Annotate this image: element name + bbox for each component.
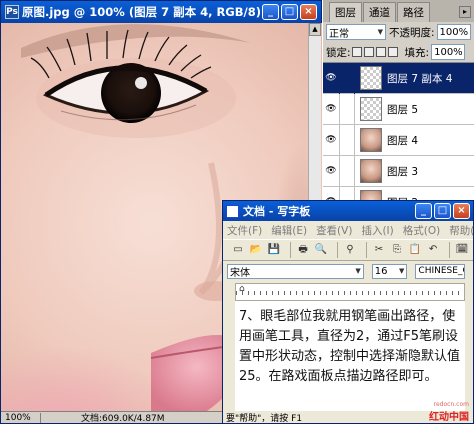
toolbar-separator xyxy=(449,242,450,258)
menu-edit[interactable]: 编辑(E) xyxy=(271,223,307,238)
lock-image-icon[interactable] xyxy=(363,47,374,57)
ruler-ticks xyxy=(236,291,464,295)
layer-thumbnail xyxy=(360,66,382,90)
menu-view[interactable]: 查看(V) xyxy=(316,223,352,238)
new-document-icon[interactable]: ▭ xyxy=(231,242,245,258)
layer-list: 👁 图层 7 副本 4 👁 图层 5 👁 图层 4 👁 图层 3 👁 xyxy=(323,62,474,206)
undo-icon[interactable]: ↶ xyxy=(426,242,440,258)
fill-value: 100% xyxy=(434,46,463,58)
layer-name: 图层 3 xyxy=(387,165,419,178)
layer-row[interactable]: 👁 图层 4 xyxy=(323,124,474,156)
maximize-button[interactable]: □ xyxy=(434,203,451,219)
copy-icon[interactable]: ⎘ xyxy=(390,242,404,258)
watermark-text: 红动中国 xyxy=(429,412,469,423)
close-button[interactable]: × xyxy=(453,203,470,219)
menu-bar: 文件(F) 编辑(E) 查看(V) 插入(I) 格式(O) 帮助(H) xyxy=(223,221,474,239)
wordpad-window: 文档 - 写字板 _ □ × 文件(F) 编辑(E) 查看(V) 插入(I) 格… xyxy=(222,200,474,424)
font-size-value: 16 xyxy=(374,265,388,277)
chevron-down-icon: ▼ xyxy=(399,267,405,275)
menu-help[interactable]: 帮助(H) xyxy=(449,223,474,238)
blend-mode-select[interactable]: 正常 ▼ xyxy=(326,24,386,40)
eye-icon[interactable]: 👁 xyxy=(323,104,339,114)
opacity-input[interactable]: 100% xyxy=(436,24,471,40)
wordpad-title: 文档 - 写字板 xyxy=(243,205,311,218)
tab-paths[interactable]: 路径 xyxy=(397,2,430,22)
font-name-select[interactable]: 宋体 ▼ xyxy=(227,263,364,279)
toolbar-separator xyxy=(290,242,292,258)
layer-row[interactable]: 👁 图层 5 xyxy=(323,93,474,125)
toolbar-separator xyxy=(366,242,367,258)
layer-thumbnail xyxy=(360,97,382,121)
layer-name: 图层 4 xyxy=(387,134,419,147)
open-folder-icon[interactable]: 📂 xyxy=(249,242,263,258)
layer-thumbnail xyxy=(360,159,382,183)
watermark-logo: redocn.com 红动中国 xyxy=(429,401,469,423)
layer-thumbnail xyxy=(360,128,382,152)
lock-fill-row: 锁定: 填充: 100% xyxy=(323,42,474,62)
minimize-button[interactable]: _ xyxy=(262,4,279,20)
status-help-text: 要"帮助"，请按 F1 xyxy=(226,414,303,424)
document-body[interactable]: 7、眼毛部位我就用钢笔画出路径，使用画笔工具，直径为2，通过F5笔刷设置中形状动… xyxy=(235,301,465,413)
layer-name: 图层 5 xyxy=(387,103,419,116)
tab-layers[interactable]: 图层 xyxy=(329,2,362,22)
desktop: Ps 原图.jpg @ 100% (图层 7 副本 4, RGB/8) _ □ … xyxy=(0,0,474,424)
toolbar-separator xyxy=(337,242,338,258)
layer-name: 图层 7 副本 4 xyxy=(387,72,453,85)
opacity-value: 100% xyxy=(439,26,469,38)
eye-icon[interactable]: 👁 xyxy=(323,166,339,176)
ruler[interactable]: ⌂ xyxy=(235,283,465,301)
find-icon[interactable]: ⚲ xyxy=(343,242,357,258)
eye-icon[interactable]: 👁 xyxy=(323,135,339,145)
blend-mode-value: 正常 xyxy=(329,28,349,40)
chevron-down-icon: ▼ xyxy=(355,267,361,275)
tab-channels[interactable]: 通道 xyxy=(363,2,396,22)
menu-insert[interactable]: 插入(I) xyxy=(361,223,393,238)
print-icon[interactable]: 🖶 xyxy=(296,242,310,258)
scroll-up-arrow-icon[interactable]: ▲ xyxy=(309,23,321,36)
toolbar: ▭ 📂 💾 🖶 🔍 ⚲ ✂ ⎘ 📋 ↶ 🗓 xyxy=(223,239,473,261)
print-preview-icon[interactable]: 🔍 xyxy=(314,242,328,258)
format-bar: 宋体 ▼ 16 ▼ CHINESE_G xyxy=(223,261,473,281)
opacity-label: 不透明度: xyxy=(389,26,435,39)
script-select[interactable]: CHINESE_G xyxy=(415,263,465,279)
watermark-url: redocn.com xyxy=(433,401,469,408)
layer-row[interactable]: 👁 图层 7 副本 4 xyxy=(323,63,474,94)
document-icon xyxy=(226,204,239,218)
tutorial-text: 7、眼毛部位我就用钢笔画出路径，使用画笔工具，直径为2，通过F5笔刷设置中形状动… xyxy=(239,309,461,384)
zoom-level[interactable]: 100% xyxy=(1,412,41,423)
font-size-select[interactable]: 16 ▼ xyxy=(371,263,408,279)
minimize-button[interactable]: _ xyxy=(415,203,432,219)
font-name-value: 宋体 xyxy=(230,267,250,279)
ps-window-title: 原图.jpg @ 100% (图层 7 副本 4, RGB/8) xyxy=(22,5,260,19)
lock-position-icon[interactable] xyxy=(375,47,386,57)
lock-label: 锁定: xyxy=(326,46,351,59)
save-icon[interactable]: 💾 xyxy=(267,242,281,258)
layers-palette: 图层 通道 路径 ▸ 正常 ▼ 不透明度: 100% 锁定: 填充: 100% xyxy=(322,0,474,206)
palette-tabs: 图层 通道 路径 ▸ xyxy=(323,0,474,22)
cut-icon[interactable]: ✂ xyxy=(372,242,386,258)
menu-format[interactable]: 格式(O) xyxy=(403,223,440,238)
photoshop-app-icon: Ps xyxy=(5,5,19,19)
script-value: CHINESE_G xyxy=(418,266,465,276)
close-button[interactable]: × xyxy=(300,4,317,20)
fill-label: 填充: xyxy=(404,46,430,59)
paste-icon[interactable]: 📋 xyxy=(408,242,422,258)
fill-input[interactable]: 100% xyxy=(431,44,466,60)
eye-icon[interactable]: 👁 xyxy=(323,73,339,83)
lock-all-icon[interactable] xyxy=(387,47,398,57)
maximize-button[interactable]: □ xyxy=(281,4,298,20)
wordpad-title-bar[interactable]: 文档 - 写字板 _ □ × xyxy=(223,201,473,221)
blend-opacity-row: 正常 ▼ 不透明度: 100% xyxy=(323,22,474,42)
ps-title-bar[interactable]: Ps 原图.jpg @ 100% (图层 7 副本 4, RGB/8) _ □ … xyxy=(1,1,321,23)
chevron-down-icon: ▼ xyxy=(377,28,383,36)
indent-marker-icon[interactable]: ⌂ xyxy=(239,284,245,294)
document-size: 文档:609.0K/4.87M xyxy=(81,414,165,424)
layer-row[interactable]: 👁 图层 3 xyxy=(323,155,474,187)
insert-datetime-icon[interactable]: 🗓 xyxy=(455,242,469,258)
lock-transparency-icon[interactable] xyxy=(351,47,362,57)
menu-file[interactable]: 文件(F) xyxy=(227,223,262,238)
palette-menu-icon[interactable]: ▸ xyxy=(459,6,471,18)
